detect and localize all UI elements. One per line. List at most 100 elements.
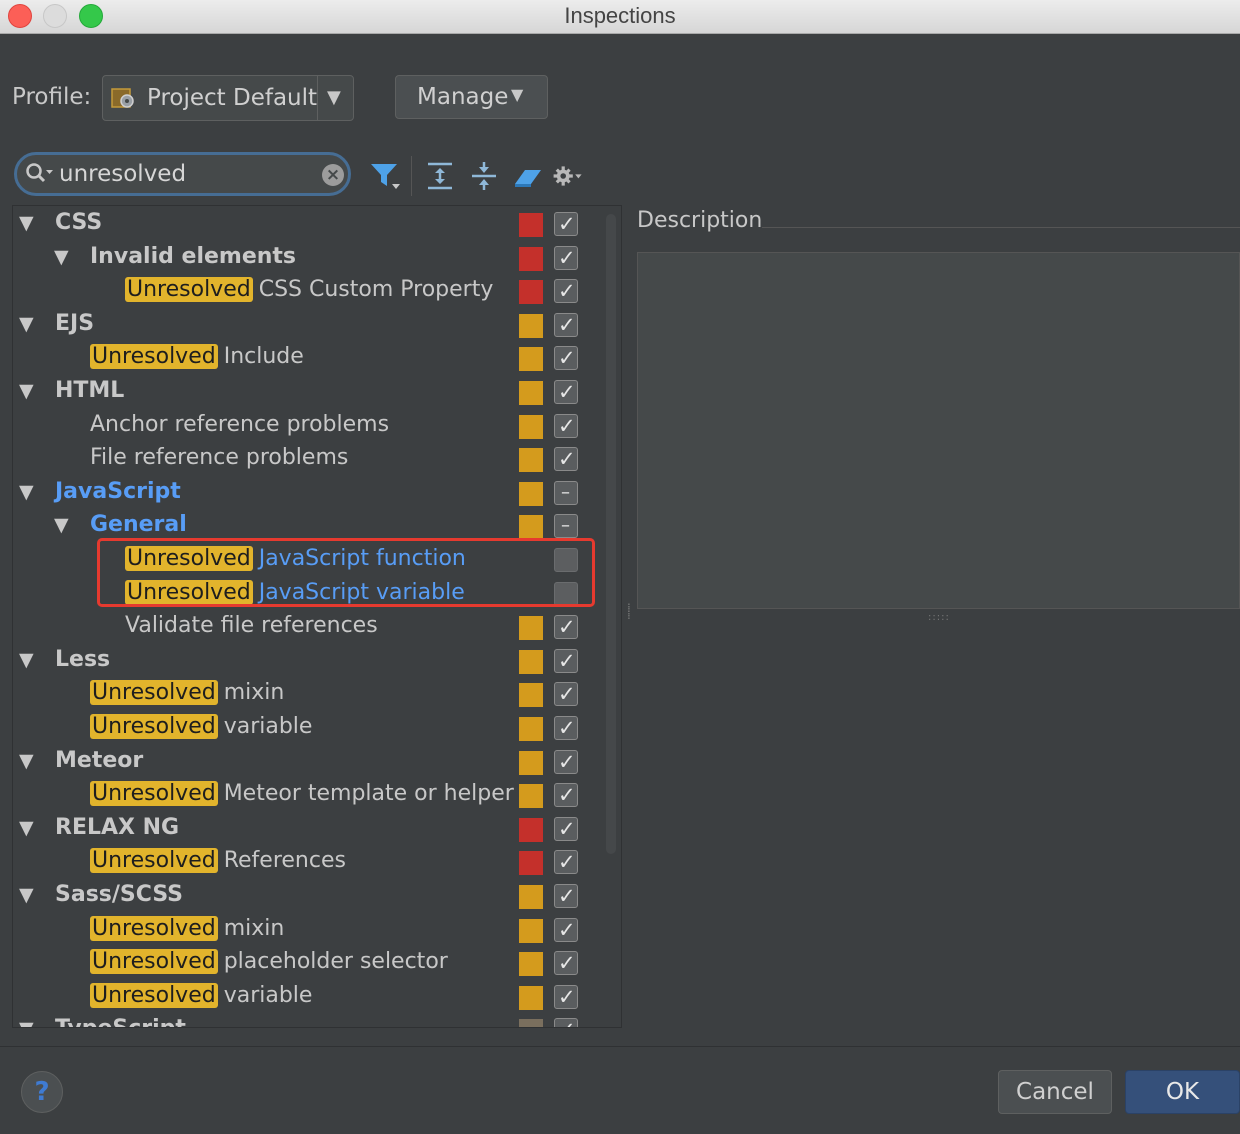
expand-arrow-icon[interactable]: ▼ (19, 1018, 34, 1027)
severity-indicator (519, 414, 543, 439)
tree-row[interactable]: ▼ Invalid elements ✓ (13, 242, 613, 275)
enable-checkbox[interactable]: ✓ (554, 682, 578, 707)
profile-value: Project Default (147, 85, 318, 111)
search-match-highlight: Unresolved (125, 277, 253, 303)
tree-row[interactable]: ▼ Less ✓ (13, 645, 613, 678)
tree-row[interactable]: ▼ EJS ✓ (13, 309, 613, 342)
severity-indicator (519, 918, 543, 943)
search-input[interactable]: unresolved × (14, 152, 351, 196)
severity-indicator (519, 683, 543, 708)
tree-row-label: Sass/SCSS (55, 882, 184, 907)
cancel-button[interactable]: Cancel (998, 1070, 1112, 1114)
enable-checkbox[interactable]: ✓ (554, 279, 578, 304)
gear-icon[interactable] (552, 160, 584, 192)
tree-row[interactable]: Unresolved mixin ✓ (13, 678, 613, 711)
chevron-down-icon: ▼ (327, 87, 341, 108)
expand-arrow-icon[interactable]: ▼ (19, 313, 34, 335)
tree-row-label: Unresolved mixin (90, 680, 285, 706)
tree-row-label: Less (55, 646, 111, 672)
enable-checkbox[interactable]: ✓ (554, 984, 578, 1009)
tree-row[interactable]: Unresolved placeholder selector ✓ (13, 947, 613, 980)
severity-indicator (519, 481, 543, 506)
ok-button[interactable]: OK (1125, 1070, 1240, 1114)
enable-checkbox[interactable]: ✓ (554, 951, 578, 976)
tree-row[interactable]: Unresolved Include ✓ (13, 342, 613, 375)
enable-checkbox[interactable]: ✓ (554, 346, 578, 371)
enable-checkbox[interactable]: ✓ (554, 615, 578, 640)
enable-checkbox[interactable]: ✓ (554, 1018, 578, 1027)
title-bar: Inspections (0, 0, 1240, 34)
enable-checkbox[interactable]: ✓ (554, 850, 578, 875)
severity-indicator (519, 985, 543, 1010)
tree-row[interactable]: Unresolved Meteor template or helper ✓ (13, 779, 613, 812)
enable-checkbox[interactable]: ✓ (554, 380, 578, 404)
tree-row[interactable]: ▼ RELAX NG ✓ (13, 813, 613, 846)
help-button[interactable]: ? (21, 1071, 63, 1113)
enable-checkbox[interactable]: ✓ (554, 245, 578, 270)
tree-row[interactable]: ▼ TypeScript ✓ (13, 1014, 613, 1027)
enable-checkbox[interactable]: ✓ (554, 716, 578, 740)
tree-row[interactable]: Validate file references ✓ (13, 611, 613, 644)
search-value: unresolved (59, 161, 187, 187)
splitter-handle[interactable]: ⁞ ⁞ (627, 602, 631, 621)
manage-label: Manage (417, 84, 509, 110)
inspection-tree[interactable]: ▼ CSS ✓ ▼ Invalid elements ✓ Unresolved CSS Cus… (12, 205, 622, 1028)
tree-row[interactable]: Unresolved CSS Custom Property ✓ (13, 275, 613, 308)
expand-arrow-icon[interactable]: ▼ (19, 750, 34, 772)
enable-checkbox[interactable]: ✓ (554, 312, 578, 337)
expand-arrow-icon[interactable]: ▼ (54, 246, 69, 268)
eraser-icon[interactable] (512, 160, 544, 192)
enable-checkbox[interactable]: – (554, 480, 578, 505)
expand-arrow-icon[interactable]: ▼ (19, 481, 34, 503)
enable-checkbox[interactable]: ✓ (554, 917, 578, 942)
resize-grip[interactable]: ::::: (928, 612, 950, 623)
tree-row-label: File reference problems (90, 445, 349, 471)
severity-indicator (519, 280, 543, 305)
tree-row[interactable]: ▼ Sass/SCSS ✓ (13, 880, 613, 913)
tree-row[interactable]: Unresolved variable ✓ (13, 981, 613, 1014)
expand-arrow-icon[interactable]: ▼ (19, 212, 34, 234)
expand-arrow-icon[interactable]: ▼ (19, 884, 34, 906)
enable-checkbox[interactable]: ✓ (554, 884, 578, 908)
enable-checkbox[interactable]: ✓ (554, 749, 578, 774)
tree-row-label: Unresolved variable (90, 982, 313, 1008)
search-match-highlight: Unresolved (90, 915, 218, 941)
tree-row-label: Unresolved mixin (90, 915, 285, 941)
expand-all-icon[interactable] (424, 160, 456, 192)
filter-icon[interactable] (369, 160, 401, 192)
enable-checkbox[interactable]: ✓ (554, 648, 578, 673)
enable-checkbox[interactable]: ✓ (554, 447, 578, 472)
enable-checkbox[interactable]: ✓ (554, 816, 578, 841)
tree-row[interactable]: Unresolved References ✓ (13, 846, 613, 879)
tree-scrollbar[interactable] (606, 214, 616, 854)
tree-row-label: EJS (55, 310, 95, 336)
severity-indicator (519, 851, 543, 876)
tree-row[interactable]: Unresolved variable ✓ (13, 712, 613, 745)
tree-row-label: Unresolved References (90, 848, 346, 874)
profile-icon (111, 88, 134, 108)
enable-checkbox[interactable]: ✓ (554, 783, 578, 808)
enable-checkbox[interactable]: ✓ (554, 212, 578, 236)
manage-button[interactable]: Manage ▼ (395, 75, 548, 119)
tree-row[interactable]: ▼ Meteor ✓ (13, 746, 613, 779)
enable-checkbox[interactable]: – (554, 514, 578, 539)
expand-arrow-icon[interactable]: ▼ (19, 649, 34, 671)
tree-row[interactable]: File reference problems ✓ (13, 443, 613, 476)
tree-row-label: Anchor reference problems (90, 411, 390, 437)
tree-row[interactable]: Unresolved mixin ✓ (13, 914, 613, 947)
severity-indicator (519, 784, 543, 809)
profile-dropdown[interactable]: Project Default ▼ (102, 75, 354, 121)
severity-indicator (519, 313, 543, 338)
search-match-highlight: Unresolved (90, 982, 218, 1008)
expand-arrow-icon[interactable]: ▼ (54, 514, 69, 536)
tree-row[interactable]: Anchor reference problems ✓ (13, 410, 613, 443)
tree-row[interactable]: ▼ JavaScript – (13, 477, 613, 510)
annotation-highlight-box (97, 538, 595, 607)
expand-arrow-icon[interactable]: ▼ (19, 380, 34, 402)
expand-arrow-icon[interactable]: ▼ (19, 817, 34, 839)
clear-search-icon[interactable]: × (322, 164, 344, 186)
tree-row[interactable]: ▼ HTML ✓ (13, 376, 613, 409)
collapse-all-icon[interactable] (468, 160, 500, 192)
tree-row[interactable]: ▼ CSS ✓ (13, 208, 613, 241)
enable-checkbox[interactable]: ✓ (554, 413, 578, 438)
